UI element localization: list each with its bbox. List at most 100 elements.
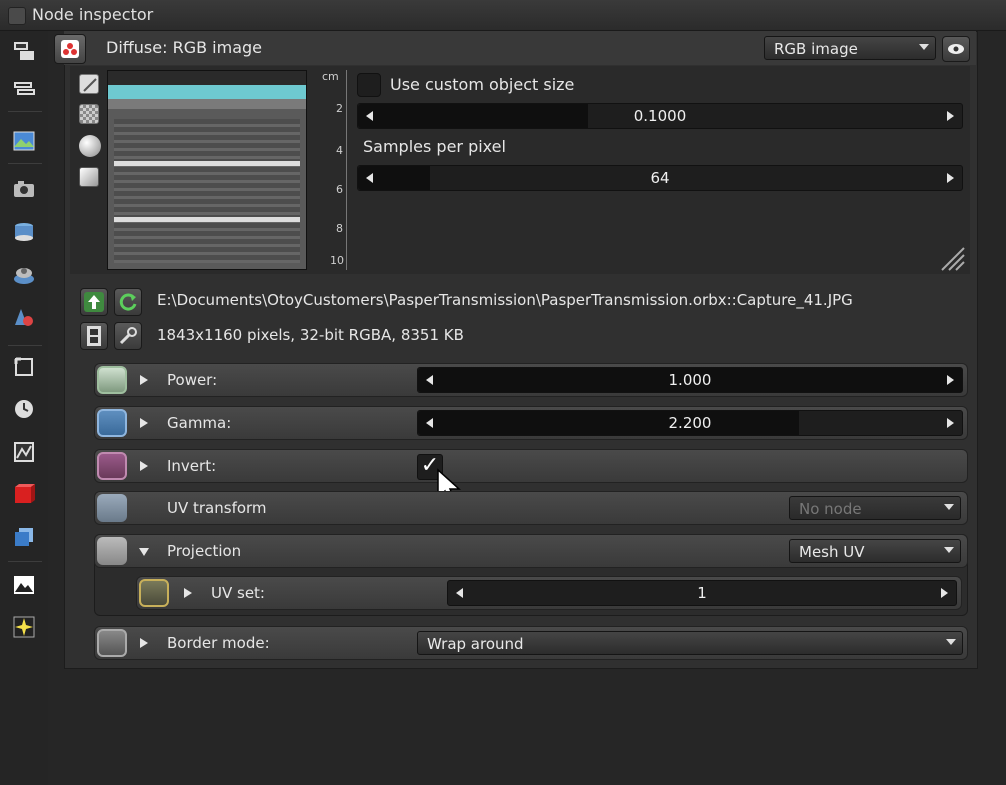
power-row: Power: 1.000 [94, 363, 968, 397]
samples-value: 64 [650, 169, 670, 187]
expand-arrow-icon[interactable] [184, 588, 192, 598]
gamma-label: Gamma: [167, 414, 232, 432]
uv-set-label: UV set: [211, 584, 265, 602]
ruler-tick: 2 [336, 102, 343, 115]
preview-toggle-button[interactable] [942, 36, 970, 62]
clock-icon[interactable] [12, 397, 36, 421]
toolbar-divider [8, 163, 42, 164]
eye-icon [948, 44, 964, 54]
load-file-button[interactable] [80, 288, 108, 316]
node-type-value: RGB image [774, 40, 858, 58]
ruler-unit: cm [322, 70, 339, 83]
projection-label: Projection [167, 542, 242, 560]
node-label: Diffuse: RGB image [106, 38, 262, 57]
texture-icon[interactable] [12, 440, 36, 464]
invert-row: Invert: ✓ [94, 449, 968, 483]
expand-arrow-icon[interactable] [140, 638, 148, 648]
texture-thumbnail [107, 70, 307, 270]
increment-arrow-icon[interactable] [947, 173, 954, 183]
toolbar-divider [8, 111, 42, 112]
diagonal-line-icon [83, 78, 97, 92]
blue-layers-icon[interactable] [12, 525, 36, 549]
resize-grip-icon[interactable] [938, 246, 966, 272]
object-size-slider[interactable]: 0.1000 [357, 103, 963, 129]
increment-arrow-icon[interactable] [941, 588, 948, 598]
chevron-down-icon [919, 44, 929, 50]
uv-set-value: 1 [697, 584, 707, 602]
border-mode-value: Wrap around [427, 635, 524, 653]
title-bar: Node inspector [0, 0, 1006, 31]
enum-pin-icon[interactable] [97, 629, 127, 657]
image-icon[interactable] [12, 129, 36, 153]
toolbar-divider [8, 345, 42, 346]
projection-dropdown[interactable]: Mesh UV [789, 539, 961, 563]
panel-toggle-checkbox[interactable] [8, 7, 26, 25]
int-pin-icon[interactable] [139, 579, 169, 607]
projection-row: Projection Mesh UV [94, 534, 968, 568]
collapse-arrow-icon[interactable] [139, 548, 149, 556]
uv-transform-row: UV transform No node [94, 491, 968, 525]
increment-arrow-icon[interactable] [947, 418, 954, 428]
projection-value: Mesh UV [799, 543, 865, 561]
database-icon[interactable] [12, 220, 36, 244]
expand-arrow-icon[interactable] [140, 418, 148, 428]
reload-icon [119, 293, 137, 311]
graph-icon[interactable] [12, 77, 36, 101]
sparkle-icon[interactable] [12, 615, 36, 639]
uv-transform-dropdown[interactable]: No node [789, 496, 961, 520]
shapes-icon[interactable] [12, 306, 36, 330]
rgb-image-node-icon [61, 40, 79, 58]
gamma-value: 2.200 [668, 414, 712, 432]
window-title: Node inspector [32, 5, 154, 24]
expand-arrow-icon[interactable] [140, 375, 148, 385]
transform-pin-icon[interactable] [97, 494, 127, 522]
bool-pin-icon[interactable] [97, 452, 127, 480]
film-button[interactable] [80, 322, 108, 350]
gamma-slider[interactable]: 2.200 [417, 410, 963, 436]
custom-size-checkbox[interactable] [357, 73, 381, 97]
expand-arrow-icon[interactable] [140, 461, 148, 471]
plane-preview-icon[interactable] [79, 167, 99, 187]
samples-label: Samples per pixel [363, 137, 506, 156]
border-mode-dropdown[interactable]: Wrap around [417, 631, 963, 655]
ruler-tick: 4 [336, 144, 343, 157]
red-cube-icon[interactable] [12, 482, 36, 506]
sphere-preview-icon[interactable] [79, 135, 101, 157]
projection-pin-icon[interactable] [97, 537, 127, 565]
increment-arrow-icon[interactable] [947, 111, 954, 121]
float-pin-icon[interactable] [97, 366, 127, 394]
border-mode-row: Border mode: Wrap around [94, 626, 968, 660]
checker-icon[interactable] [79, 104, 99, 124]
power-label: Power: [167, 371, 218, 389]
ruler-tick: 10 [330, 254, 344, 267]
left-toolbar [0, 31, 48, 785]
toolbar-divider [8, 561, 42, 562]
node-type-dropdown[interactable]: RGB image [764, 36, 936, 60]
nodes-icon[interactable] [12, 39, 36, 63]
picture-icon[interactable] [12, 573, 36, 597]
chevron-down-icon [944, 547, 954, 553]
reload-button[interactable] [114, 288, 142, 316]
preview-mode-flat-button[interactable] [79, 74, 99, 94]
wrench-icon [119, 327, 137, 345]
object-size-value: 0.1000 [633, 107, 687, 125]
crop-icon[interactable] [12, 355, 36, 379]
ruler-tick: 8 [336, 222, 343, 235]
uv-set-slider[interactable]: 1 [447, 580, 957, 606]
power-slider[interactable]: 1.000 [417, 367, 963, 393]
chevron-down-icon [944, 504, 954, 510]
float-pin-icon[interactable] [97, 409, 127, 437]
increment-arrow-icon[interactable] [947, 375, 954, 385]
material-icon[interactable] [12, 263, 36, 287]
samples-slider[interactable]: 64 [357, 165, 963, 191]
camera-icon[interactable] [12, 177, 36, 201]
invert-label: Invert: [167, 457, 217, 475]
power-value: 1.000 [668, 371, 712, 389]
uv-transform-label: UV transform [167, 499, 267, 517]
border-mode-label: Border mode: [167, 634, 270, 652]
upload-icon [84, 292, 104, 312]
custom-size-label: Use custom object size [390, 75, 575, 94]
node-type-button[interactable] [54, 34, 86, 64]
file-info: 1843x1160 pixels, 32-bit RGBA, 8351 KB [157, 326, 464, 344]
settings-button[interactable] [114, 322, 142, 350]
